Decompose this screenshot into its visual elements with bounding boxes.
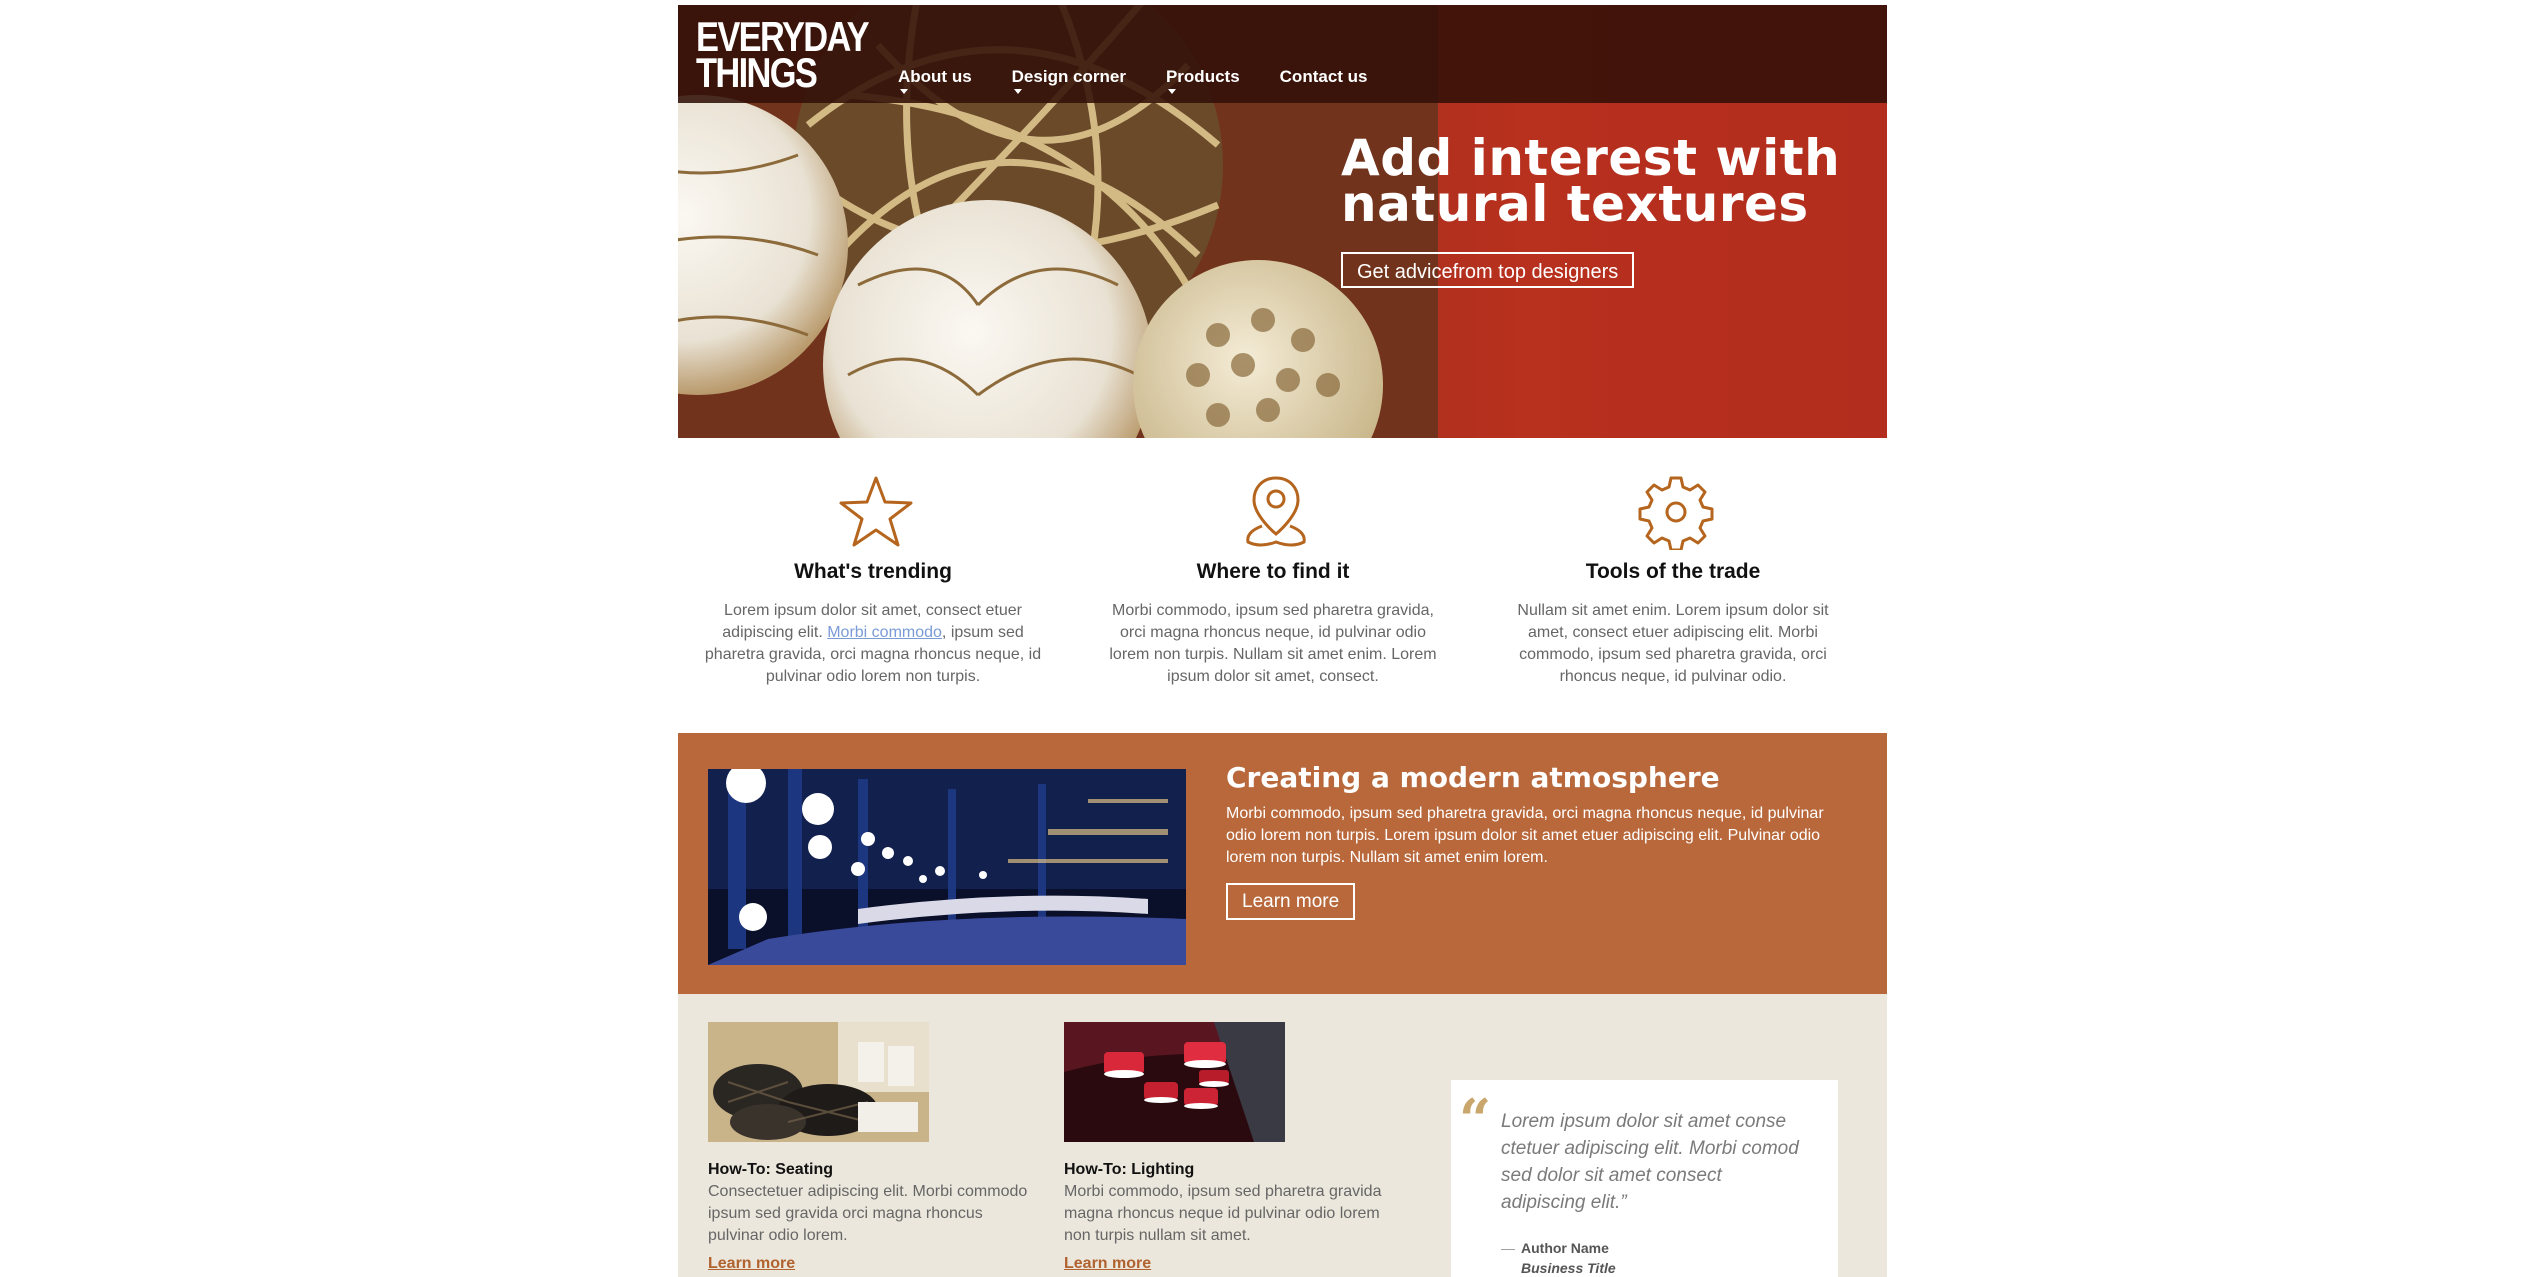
feature-text: Morbi commodo, ipsum sed pharetra gravid… — [1109, 602, 1437, 685]
caret-down-icon — [1167, 89, 1176, 94]
feature-title: What's trending — [794, 560, 952, 583]
hero-banner: EVERYDAY THINGS About us Design corner P… — [678, 5, 1887, 438]
author-business-title: Business Title — [1521, 1260, 1616, 1276]
hero-title-line-2: natural textures — [1341, 175, 1809, 233]
card-title: How-To: Seating — [708, 1161, 834, 1178]
nav-label: Contact us — [1279, 67, 1368, 86]
lighting-photo[interactable] — [1064, 1022, 1285, 1142]
nav-design-corner[interactable]: Design corner — [1011, 67, 1126, 94]
star-icon — [839, 476, 913, 547]
nav-label: Products — [1165, 67, 1240, 86]
card-text: Morbi commodo, ipsum sed pharetra gravid… — [1064, 1183, 1382, 1244]
card-title: How-To: Lighting — [1064, 1161, 1195, 1178]
card-text: Consectetuer adipiscing elit. Morbi comm… — [708, 1183, 1028, 1244]
modern-interior-photo — [708, 769, 1186, 965]
hero-title: Add interest with natural textures — [1341, 133, 1840, 233]
learn-more-button[interactable]: Learn more — [1226, 883, 1356, 920]
nav-contact-us[interactable]: Contact us — [1280, 67, 1368, 87]
dash-icon: — — [1501, 1240, 1515, 1256]
feature-text: Lorem ipsum dolor sit amet, consect etue… — [698, 600, 1048, 688]
card-seating: How-To: Seating Consectetuer adipiscing … — [708, 1022, 1028, 1273]
logo-line-2: THINGS — [696, 49, 818, 96]
band-text: Morbi commodo, ipsum sed pharetra gravid… — [1226, 805, 1824, 866]
quote-author: — Author Name — [1501, 1240, 1609, 1256]
seating-photo[interactable] — [708, 1022, 929, 1142]
caret-down-icon — [900, 89, 908, 94]
map-pin-icon — [1246, 476, 1306, 547]
main-nav: About us Design corner Products Contact … — [898, 67, 1408, 94]
top-navigation-bar: EVERYDAY THINGS About us Design corner P… — [678, 5, 1887, 103]
morbi-commodo-link[interactable]: Morbi commodo — [827, 624, 942, 641]
logo[interactable]: EVERYDAY THINGS — [696, 16, 870, 96]
quote-mark-icon: “ — [1459, 1087, 1492, 1153]
modern-atmosphere-band: Creating a modern atmosphere Morbi commo… — [678, 733, 1887, 994]
lighting-learn-more-link[interactable]: Learn more — [1064, 1255, 1151, 1273]
feature-title: Tools of the trade — [1585, 560, 1761, 583]
nav-label: Design corner — [1011, 67, 1126, 86]
feature-text: Nullam sit amet enim. Lorem ipsum dolor … — [1517, 602, 1829, 685]
author-name: Author Name — [1521, 1240, 1609, 1256]
features-section: What's trending Lorem ipsum dolor sit am… — [678, 438, 1887, 733]
testimonial-quote: “ Lorem ipsum dolor sit amet conse ctetu… — [1451, 1080, 1838, 1277]
get-advice-button[interactable]: Get advicefrom top designers — [1341, 252, 1635, 288]
nav-about-us[interactable]: About us — [898, 67, 972, 94]
feature-title: Where to find it — [1196, 560, 1350, 583]
band-title: Creating a modern atmosphere — [1226, 761, 1720, 794]
card-lighting: How-To: Lighting Morbi commodo, ipsum se… — [1064, 1022, 1384, 1273]
quote-text: Lorem ipsum dolor sit amet conse ctetuer… — [1501, 1111, 1799, 1213]
how-to-section: How-To: Seating Consectetuer adipiscing … — [678, 994, 1887, 1277]
caret-down-icon — [1013, 89, 1022, 94]
gear-icon — [1638, 476, 1714, 550]
nav-products[interactable]: Products — [1165, 67, 1240, 94]
page: EVERYDAY THINGS About us Design corner P… — [678, 5, 1887, 1277]
seating-learn-more-link[interactable]: Learn more — [708, 1255, 795, 1273]
nav-label: About us — [898, 67, 972, 86]
